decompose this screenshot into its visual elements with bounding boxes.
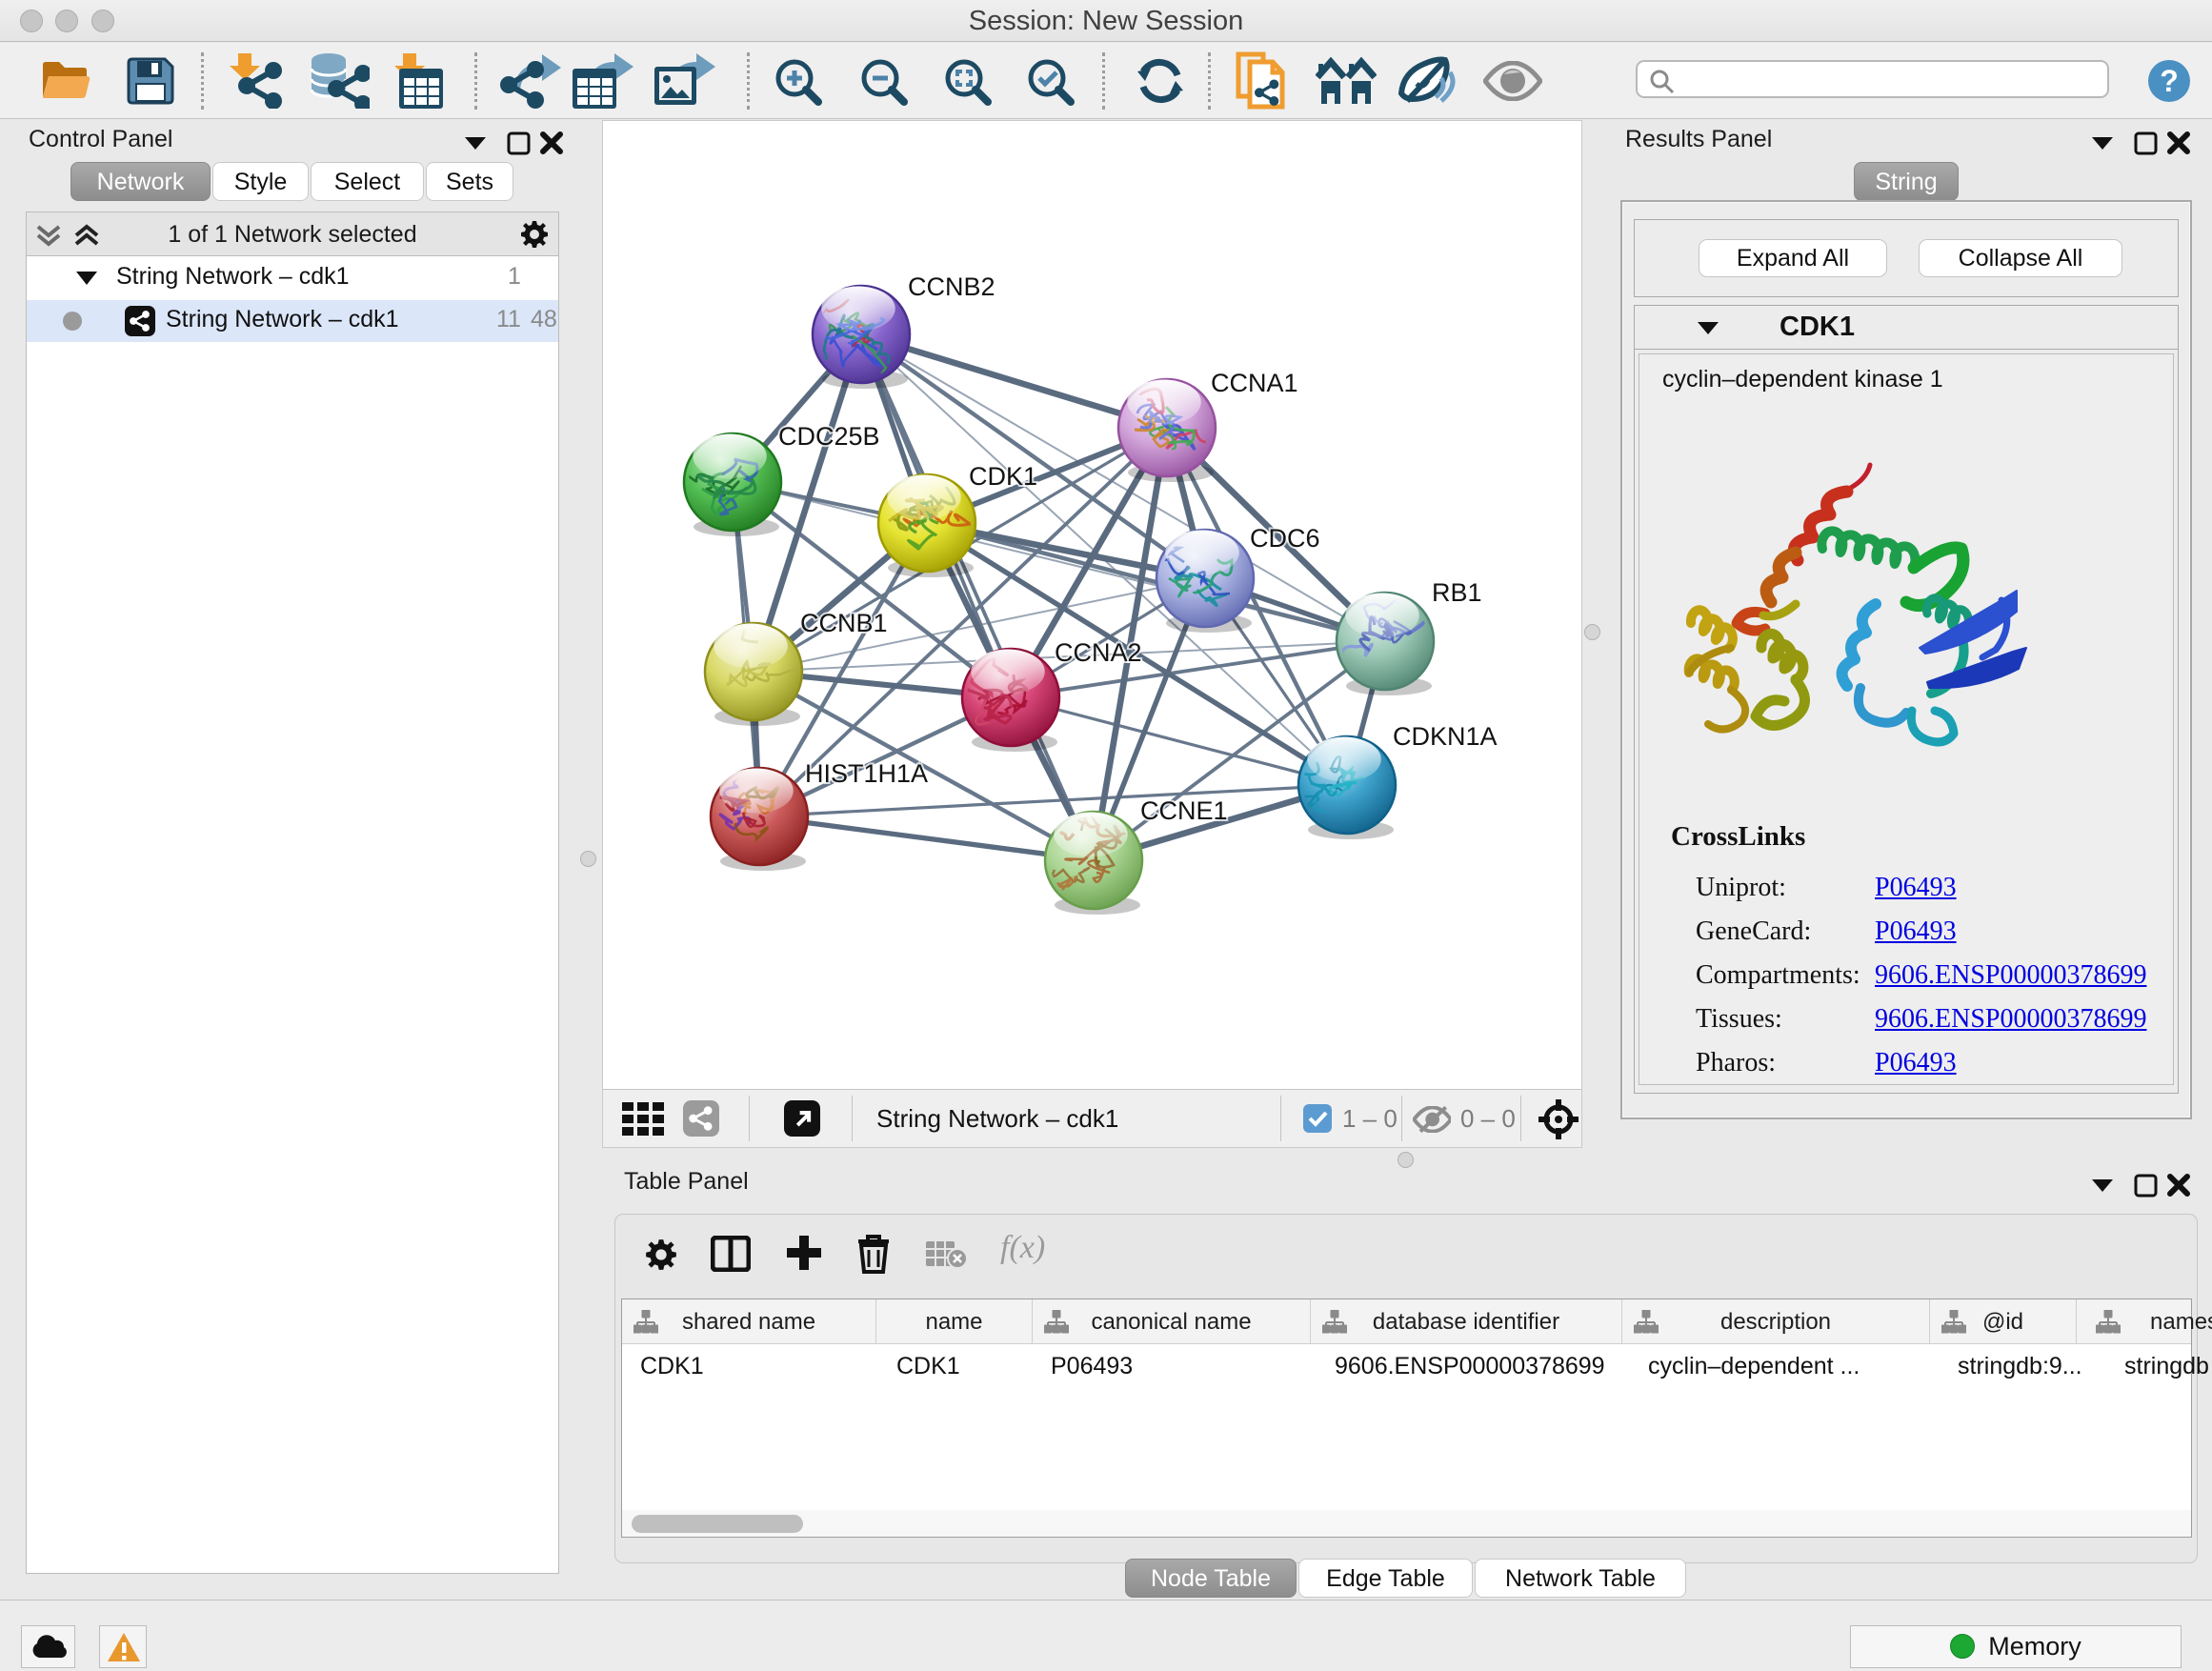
svg-text:CDKN1A: CDKN1A <box>1393 722 1498 751</box>
svg-text:CCNB1: CCNB1 <box>800 609 888 637</box>
svg-text:CDC25B: CDC25B <box>778 422 880 451</box>
svg-text:CDC6: CDC6 <box>1250 524 1320 553</box>
svg-text:HIST1H1A: HIST1H1A <box>805 759 928 788</box>
svg-text:CDK1: CDK1 <box>969 462 1037 491</box>
svg-text:CCNA1: CCNA1 <box>1211 369 1298 397</box>
svg-text:RB1: RB1 <box>1432 578 1482 607</box>
svg-text:?: ? <box>2160 64 2179 98</box>
svg-text:CCNE1: CCNE1 <box>1140 796 1228 825</box>
svg-text:CCNB2: CCNB2 <box>908 272 995 301</box>
svg-text:CCNA2: CCNA2 <box>1055 638 1142 667</box>
